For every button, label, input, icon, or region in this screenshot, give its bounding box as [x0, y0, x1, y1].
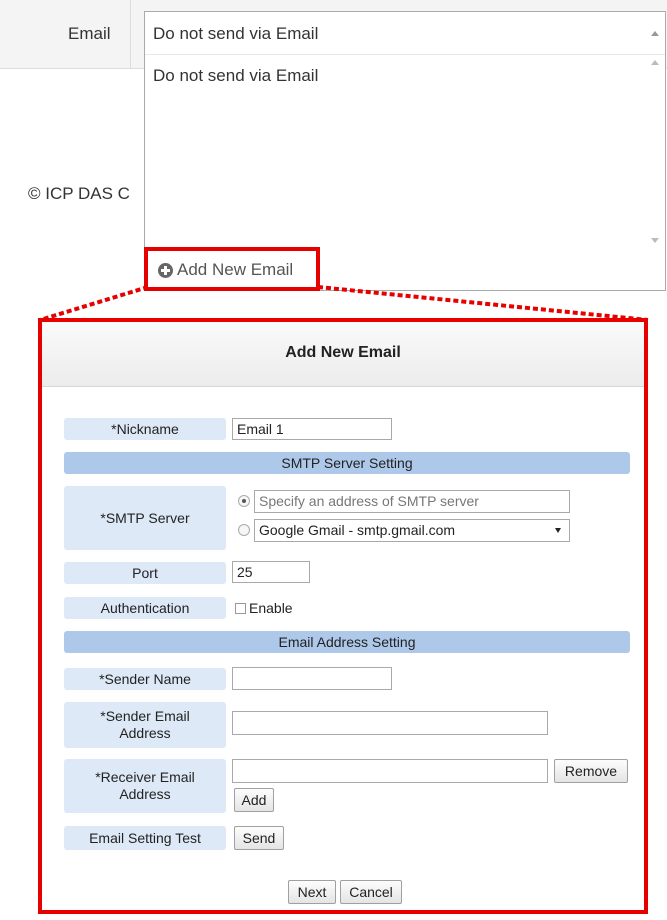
- row-divider: [130, 0, 131, 68]
- nickname-label: *Nickname: [64, 418, 226, 440]
- sender-email-label-line1: *Sender Email: [100, 708, 190, 724]
- copyright-text: © ICP DAS C: [28, 184, 130, 203]
- nickname-input[interactable]: Email 1: [232, 418, 392, 440]
- email-label: Email: [68, 24, 111, 43]
- sender-name-label: *Sender Name: [64, 668, 226, 690]
- receiver-email-label-line2: Address: [119, 786, 171, 802]
- authentication-label: Authentication: [64, 597, 226, 619]
- sender-email-label-line2: Address: [119, 725, 171, 741]
- dropdown-collapse-arrow-icon[interactable]: [651, 31, 659, 36]
- smtp-custom-radio[interactable]: [238, 495, 250, 507]
- smtp-server-label: *SMTP Server: [64, 486, 226, 550]
- email-select-option[interactable]: Do not send via Email: [153, 66, 318, 86]
- cancel-button[interactable]: Cancel: [340, 880, 402, 904]
- add-receiver-button[interactable]: Add: [234, 788, 274, 812]
- email-select-current-value[interactable]: Do not send via Email: [153, 24, 318, 44]
- receiver-email-label-line1: *Receiver Email: [95, 769, 195, 785]
- next-button[interactable]: Next: [288, 880, 336, 904]
- port-label: Port: [64, 562, 226, 584]
- sender-email-input[interactable]: [232, 711, 548, 735]
- add-new-email-dialog: Add New Email *Nickname Email 1 SMTP Ser…: [38, 318, 648, 914]
- receiver-email-input[interactable]: [232, 759, 548, 783]
- email-address-section-header: Email Address Setting: [64, 631, 630, 653]
- add-new-email-label: Add New Email: [177, 260, 294, 279]
- dropdown-divider: [145, 54, 665, 55]
- email-setting-test-label: Email Setting Test: [64, 826, 226, 850]
- smtp-address-input[interactable]: Specify an address of SMTP server: [254, 490, 570, 513]
- receiver-email-label: *Receiver Email Address: [64, 759, 226, 813]
- dialog-header: Add New Email: [42, 322, 644, 387]
- smtp-preset-radio[interactable]: [238, 524, 250, 536]
- scroll-up-arrow-icon[interactable]: [651, 60, 659, 65]
- smtp-preset-select[interactable]: Google Gmail - smtp.gmail.com: [254, 519, 570, 542]
- select-arrow-icon: [555, 528, 561, 533]
- remove-receiver-button[interactable]: Remove: [554, 759, 628, 783]
- authentication-enable-label[interactable]: Enable: [249, 600, 293, 616]
- port-input[interactable]: 25: [232, 561, 310, 583]
- sender-email-label: *Sender Email Address: [64, 702, 226, 748]
- scroll-down-arrow-icon[interactable]: [651, 238, 659, 243]
- smtp-section-header: SMTP Server Setting: [64, 452, 630, 474]
- smtp-preset-value: Google Gmail - smtp.gmail.com: [259, 522, 456, 538]
- add-new-email-link[interactable]: Add New Email: [144, 247, 320, 291]
- sender-name-input[interactable]: [232, 667, 392, 690]
- authentication-enable-checkbox[interactable]: [235, 603, 246, 614]
- plus-circle-icon: [158, 263, 173, 278]
- send-test-button[interactable]: Send: [234, 826, 284, 850]
- dialog-title: Add New Email: [285, 344, 401, 361]
